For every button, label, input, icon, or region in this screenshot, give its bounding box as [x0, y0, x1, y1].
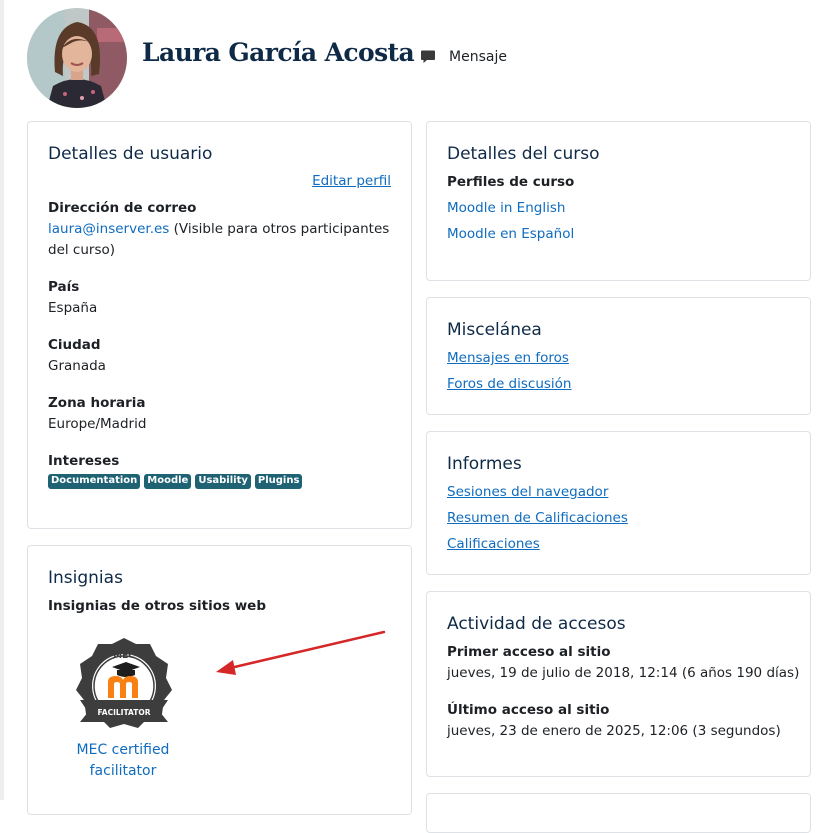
interest-tag[interactable]: Moodle — [144, 474, 192, 489]
city-value: Granada — [48, 358, 106, 374]
course-details-card: Detalles del curso Perfiles de curso Moo… — [426, 121, 811, 281]
avatar[interactable] — [27, 8, 127, 108]
card-title: Informes — [447, 454, 522, 474]
badge-ribbon-text: FACILITATOR — [98, 708, 151, 717]
card-title: Insignias — [48, 568, 123, 588]
course-link[interactable]: Moodle en Español — [447, 226, 574, 242]
interests-label: Intereses — [48, 453, 120, 469]
timezone-label: Zona horaria — [48, 395, 146, 411]
grades-overview-link[interactable]: Resumen de Calificaciones — [447, 510, 628, 526]
browser-sessions-link[interactable]: Sesiones del navegador — [447, 484, 608, 500]
message-button[interactable]: Mensaje — [420, 49, 507, 65]
interest-tag[interactable]: Usability — [195, 474, 251, 489]
badge-name-line: MEC certified — [76, 742, 170, 758]
email-visibility-note-cont: del curso) — [48, 242, 116, 258]
page-left-border — [0, 0, 4, 800]
first-access-label: Primer acceso al sitio — [447, 644, 611, 660]
external-badges-heading: Insignias de otros sitios web — [48, 598, 267, 614]
next-card — [426, 793, 811, 833]
forum-posts-link[interactable]: Mensajes en foros — [447, 350, 569, 366]
interest-tag[interactable]: Plugins — [254, 474, 303, 489]
card-title: Detalles del curso — [447, 144, 600, 164]
chat-bubble-icon — [421, 50, 435, 63]
city-label: Ciudad — [48, 337, 101, 353]
reports-card: Informes Sesiones del navegador Resumen … — [426, 431, 811, 575]
country-value: España — [48, 300, 98, 316]
grades-link[interactable]: Calificaciones — [447, 536, 540, 552]
email-label: Dirección de correo — [48, 200, 197, 216]
badges-card: Insignias Insignias de otros sitios web … — [27, 545, 412, 815]
course-link[interactable]: Moodle in English — [447, 200, 565, 216]
email-link[interactable]: laura@inserver.es — [48, 221, 169, 237]
email-line: laura@inserver.es (Visible para otros pa… — [48, 221, 389, 237]
miscellaneous-card: Miscelánea Mensajes en foros Foros de di… — [426, 297, 811, 415]
message-button-label: Mensaje — [449, 49, 507, 65]
timezone-value: Europe/Madrid — [48, 416, 147, 432]
user-photo — [27, 8, 127, 108]
first-access-value: jueves, 19 de julio de 2018, 12:14 (6 añ… — [447, 665, 800, 681]
user-details-card: Detalles de usuario Editar perfil Direcc… — [27, 121, 412, 529]
card-title: Actividad de accesos — [447, 614, 626, 634]
badge-top-text: MEC — [113, 651, 135, 661]
badge-name-link[interactable]: MEC certified facilitator — [68, 740, 178, 782]
user-full-name: Laura García Acosta — [142, 38, 415, 67]
mec-facilitator-badge-icon[interactable]: MEC FACILITATOR — [72, 634, 176, 738]
interest-tag[interactable]: Documentation — [48, 474, 141, 489]
annotation-arrow-icon — [216, 630, 386, 675]
last-access-label: Último acceso al sitio — [447, 702, 610, 718]
course-profiles-label: Perfiles de curso — [447, 174, 575, 190]
edit-profile-link[interactable]: Editar perfil — [312, 173, 391, 189]
card-title: Detalles de usuario — [48, 144, 213, 164]
forum-discussions-link[interactable]: Foros de discusión — [447, 376, 571, 392]
login-activity-card: Actividad de accesos Primer acceso al si… — [426, 591, 811, 777]
interest-tags: Documentation Moodle Usability Plugins — [48, 474, 303, 489]
badge-name-line: facilitator — [89, 763, 157, 779]
country-label: País — [48, 279, 80, 295]
card-title: Miscelánea — [447, 320, 542, 340]
email-visibility-note: (Visible para otros participantes — [169, 221, 390, 237]
last-access-value: jueves, 23 de enero de 2025, 12:06 (3 se… — [447, 723, 781, 739]
